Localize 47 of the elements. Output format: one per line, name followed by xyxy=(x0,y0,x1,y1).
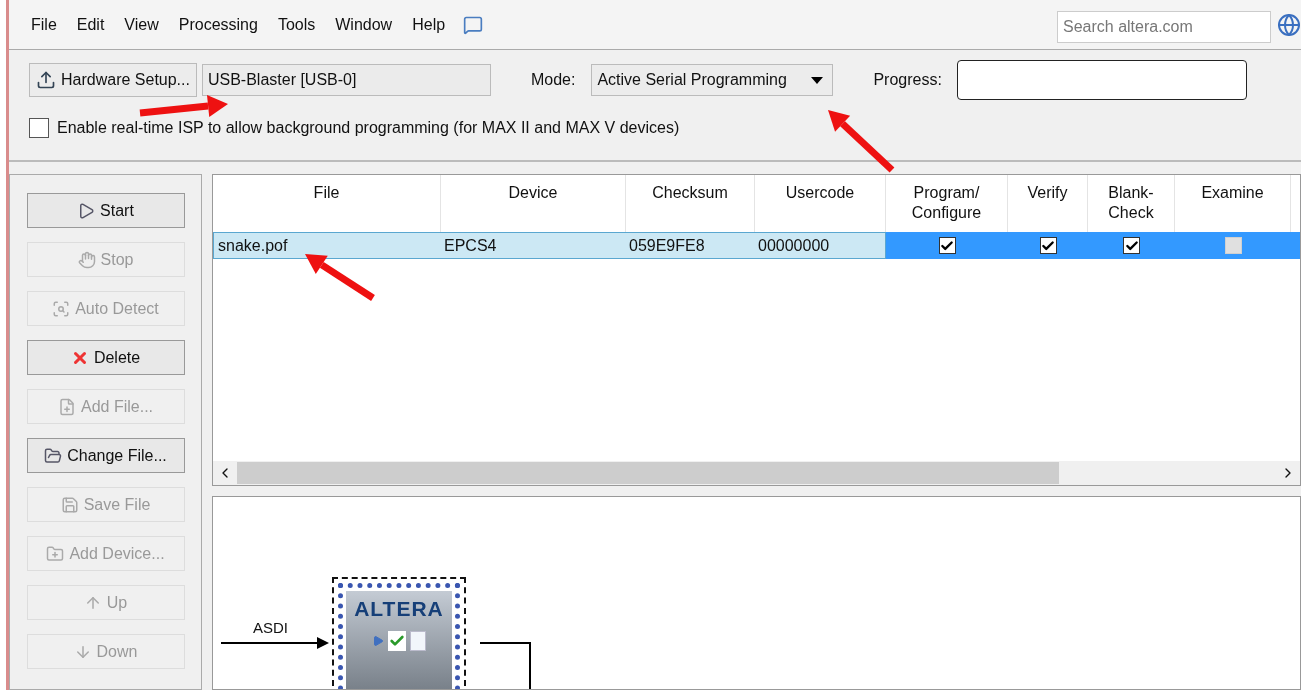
checkbox[interactable] xyxy=(1039,237,1057,254)
play-icon xyxy=(372,634,384,647)
menu-item[interactable]: File xyxy=(21,10,67,39)
chip-logo: ALTERA xyxy=(354,596,444,622)
annotation-arrow xyxy=(305,254,375,301)
mode-dropdown[interactable]: Active Serial Programming xyxy=(591,64,834,96)
globe-icon[interactable] xyxy=(1277,12,1301,37)
check-icon xyxy=(388,630,406,651)
folder-plus-icon xyxy=(46,544,65,563)
scrollbar-thumb[interactable] xyxy=(237,462,1059,484)
menu-item[interactable]: Processing xyxy=(168,10,268,39)
menu-item[interactable]: Tools xyxy=(267,10,326,39)
menu-item[interactable]: View xyxy=(114,10,169,39)
progress-label: Progress: xyxy=(873,70,942,90)
table-cell-text: 00000000 xyxy=(757,235,831,256)
speech-bubble-icon[interactable] xyxy=(463,14,484,35)
checkbox[interactable] xyxy=(938,237,956,254)
hand-icon xyxy=(77,250,96,269)
table-cell-text: EPCS4 xyxy=(443,235,498,256)
play-icon xyxy=(77,201,96,220)
search-field[interactable]: Search altera.com xyxy=(1057,10,1271,43)
side-button[interactable]: Delete xyxy=(26,340,185,375)
side-button[interactable]: Change File... xyxy=(26,438,185,473)
checkbox-label: Enable real-time ISP to allow background programming (for MAX II and MAX V devices) xyxy=(57,118,680,138)
hardware-field: USB-Blaster [USB-0] xyxy=(201,64,491,96)
folder-icon xyxy=(44,446,63,465)
horizontal-scrollbar[interactable] xyxy=(213,461,1300,485)
mode-label: Mode: xyxy=(530,70,576,90)
annotation-arrow xyxy=(828,110,895,173)
side-button[interactable]: Start xyxy=(26,193,185,228)
file-plus-icon xyxy=(58,397,76,416)
signal-label: ASDI xyxy=(253,618,288,638)
dropdown-caret-icon xyxy=(811,76,824,84)
floppy-icon xyxy=(60,495,79,514)
table-row[interactable]: snake.pof EPCS4 059E9FE8 00000000 xyxy=(213,232,1300,259)
menu-item[interactable]: Edit xyxy=(66,10,115,39)
page-icon xyxy=(410,630,426,651)
magnifier-icon xyxy=(52,299,71,318)
checkbox[interactable] xyxy=(1123,237,1140,254)
checkbox[interactable] xyxy=(29,118,49,138)
table-cell-text: 059E9FE8 xyxy=(628,235,706,256)
connector-line xyxy=(480,642,531,689)
hardware-setup-button[interactable]: Hardware Setup... xyxy=(29,63,197,97)
menu-item[interactable]: Help xyxy=(402,10,456,39)
upload-icon xyxy=(36,70,56,90)
menu-item[interactable]: Window xyxy=(325,10,403,39)
table-cell-text: snake.pof xyxy=(217,235,289,256)
